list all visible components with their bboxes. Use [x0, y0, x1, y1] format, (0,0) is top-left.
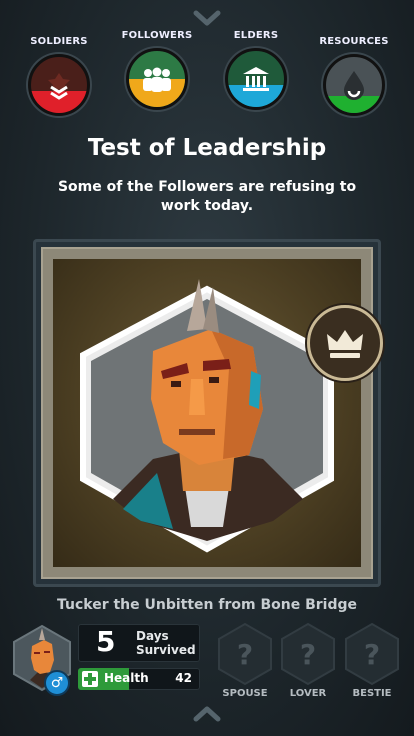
- stat-followers-meter: [126, 48, 188, 110]
- health-value: 42: [175, 671, 192, 685]
- stat-followers-label: FOLLOWERS: [121, 30, 193, 41]
- swipe-down-chevron-icon[interactable]: [193, 706, 221, 722]
- health-label: Health: [104, 671, 149, 685]
- followers-icon: [143, 67, 171, 92]
- relation-bestie-label: BESTIE: [352, 688, 392, 699]
- unknown-spouse-icon: ?: [218, 622, 272, 686]
- stat-soldiers-meter: [28, 54, 90, 116]
- stat-elders-label: ELDERS: [233, 30, 279, 41]
- character-portrait: [80, 279, 334, 553]
- faction-stats-bar: SOLDIERS FOLLOWERS ELDERS RESOURCES: [0, 30, 414, 120]
- soldier-chevron-icon: [48, 73, 70, 100]
- stat-soldiers-label: SOLDIERS: [30, 36, 88, 47]
- stat-followers: FOLLOWERS: [117, 30, 197, 110]
- days-label-line-1: Days: [136, 629, 169, 643]
- relation-lover-label: LOVER: [289, 688, 327, 699]
- crown-icon: [327, 330, 363, 358]
- unknown-bestie-icon: ?: [345, 622, 399, 686]
- event-card-border: [41, 247, 383, 579]
- relation-spouse-label: SPOUSE: [222, 688, 268, 699]
- event-card[interactable]: [33, 239, 383, 587]
- stat-resources-meter: [323, 54, 385, 116]
- character-name: Tucker the Unbitten from Bone Bridge: [56, 597, 357, 613]
- health-plus-icon: [82, 671, 98, 687]
- swipe-up-chevron-icon[interactable]: [193, 10, 221, 26]
- days-survived-label: Days Survived: [136, 629, 196, 657]
- resources-drop-icon: [344, 71, 364, 100]
- relation-slot-lover[interactable]: ? LOVER: [277, 622, 339, 699]
- stat-elders-meter: [225, 48, 287, 110]
- relation-slot-spouse[interactable]: ? SPOUSE: [214, 622, 276, 699]
- stat-resources: RESOURCES: [314, 36, 394, 116]
- event-description: Some of the Followers are refusing to wo…: [57, 179, 357, 214]
- leader-crown-badge: [307, 305, 383, 381]
- bestie-question-mark: ?: [364, 638, 380, 671]
- gender-male-icon: ♂: [44, 670, 70, 696]
- spouse-question-mark: ?: [237, 638, 253, 671]
- days-survived-box: 5 Days Survived: [78, 624, 200, 662]
- stat-elders: ELDERS: [216, 30, 296, 110]
- days-survived-value: 5: [96, 625, 116, 658]
- relation-slot-bestie[interactable]: ? BESTIE: [341, 622, 403, 699]
- lover-question-mark: ?: [300, 638, 316, 671]
- stat-resources-label: RESOURCES: [319, 36, 389, 47]
- event-title: Test of Leadership: [87, 135, 327, 161]
- elders-temple-icon: [243, 67, 269, 91]
- stat-soldiers: SOLDIERS: [19, 36, 99, 116]
- event-card-background: [53, 259, 383, 567]
- health-bar: Health 42: [78, 668, 200, 690]
- unknown-lover-icon: ?: [281, 622, 335, 686]
- days-label-line-2: Survived: [136, 643, 196, 657]
